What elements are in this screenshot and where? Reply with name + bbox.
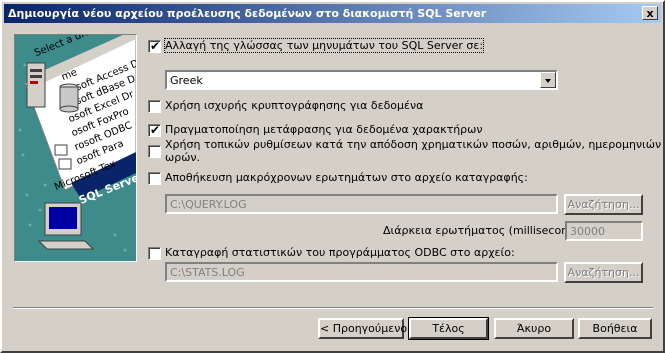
help-button[interactable]: Βοήθεια — [578, 318, 652, 339]
stats-log-path-field[interactable]: C:\STATS.LOG — [165, 262, 558, 282]
strong-encryption-checkbox[interactable] — [148, 100, 161, 113]
query-time-label: Διάρκεια ερωτήματος (millisecond): — [383, 224, 584, 237]
log-stats-label[interactable]: Καταγραφή στατιστικών του προγράμματος O… — [165, 246, 515, 259]
stats-log-path-value: C:\STATS.LOG — [170, 266, 245, 279]
language-select[interactable]: Greek — [165, 70, 558, 90]
browse-stats-log-button[interactable]: Αναζήτηση... — [564, 262, 643, 283]
query-log-path-value: C:\QUERY.LOG — [170, 198, 247, 211]
char-translation-checkbox[interactable]: ✔ — [148, 123, 161, 137]
query-time-value: 30000 — [570, 225, 605, 238]
save-long-queries-label[interactable]: Αποθήκευση μακρόχρονων ερωτημάτων στο αρ… — [165, 171, 528, 184]
chevron-down-icon[interactable] — [540, 72, 556, 88]
regional-settings-checkbox[interactable] — [148, 145, 161, 158]
close-button[interactable]: x — [642, 6, 658, 20]
change-language-checkbox[interactable]: ✔ — [148, 39, 161, 53]
window-title: Δημιουργία νέου αρχείου προέλευσης δεδομ… — [8, 7, 487, 20]
separator — [13, 307, 653, 309]
title-bar[interactable]: Δημιουργία νέου αρχείου προέλευσης δεδομ… — [4, 4, 661, 23]
finish-button[interactable]: Τέλος — [408, 317, 489, 340]
close-icon: x — [646, 7, 654, 20]
regional-settings-label-line2[interactable]: ωρών. — [165, 151, 200, 164]
query-log-path-field[interactable]: C:\QUERY.LOG — [165, 194, 558, 214]
check-icon: ✔ — [150, 123, 161, 137]
check-icon: ✔ — [150, 39, 161, 53]
char-translation-label[interactable]: Πραγματοποίηση μετάφρασης για δεδομένα χ… — [165, 123, 483, 136]
dialog-window: Δημιουργία νέου αρχείου προέλευσης δεδομ… — [0, 0, 665, 353]
language-select-value: Greek — [170, 74, 203, 87]
query-time-field[interactable]: 30000 — [565, 221, 643, 241]
change-language-label[interactable]: Αλλαγή της γλώσσας των μηνυμάτων του SQL… — [163, 38, 485, 53]
illustration-devices — [26, 62, 95, 250]
regional-settings-label-line1[interactable]: Χρήση τοπικών ρυθμίσεων κατά την απόδοση… — [165, 138, 665, 151]
save-long-queries-checkbox[interactable] — [148, 172, 161, 185]
wizard-illustration: Select a driver fo me rosoft Access D ro… — [14, 34, 137, 262]
log-stats-checkbox[interactable] — [148, 247, 161, 260]
back-button[interactable]: < Προηγούμενο — [318, 318, 407, 339]
cancel-button[interactable]: Άκυρο — [494, 318, 574, 339]
browse-query-log-button[interactable]: Αναζήτηση... — [564, 194, 643, 215]
strong-encryption-label[interactable]: Χρήση ισχυρής κρυπτογράφησης για δεδομέν… — [165, 99, 423, 112]
